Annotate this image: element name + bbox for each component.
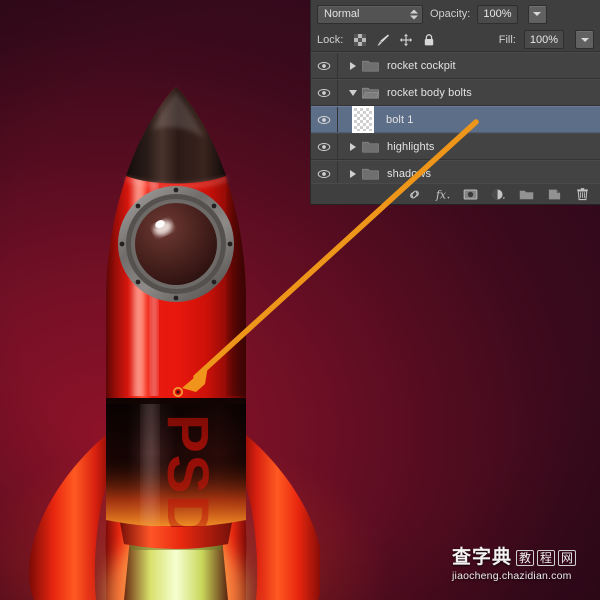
position-lock-move-icon[interactable] bbox=[399, 33, 413, 47]
layer-style-fx-icon[interactable]: fx bbox=[435, 187, 450, 202]
eye-icon bbox=[317, 88, 331, 97]
eye-icon bbox=[317, 61, 331, 70]
group-disclosure-collapsed[interactable] bbox=[344, 142, 362, 151]
new-group-icon[interactable] bbox=[519, 187, 534, 202]
watermark: 查字典 教 程 网 jiaocheng.chazidian.com bbox=[452, 548, 592, 592]
rocket-illustration: PSD bbox=[28, 86, 320, 600]
new-layer-icon[interactable] bbox=[547, 187, 562, 202]
blend-mode-stepper-icon[interactable] bbox=[409, 8, 418, 21]
watermark-box-char-1: 教 bbox=[516, 549, 535, 566]
column-divider bbox=[337, 53, 338, 78]
group-disclosure-collapsed[interactable] bbox=[344, 61, 362, 70]
column-divider bbox=[337, 80, 338, 105]
folder-icon bbox=[362, 60, 379, 72]
rocket-body-band: PSD bbox=[106, 398, 246, 527]
delete-layer-trash-icon[interactable] bbox=[575, 187, 590, 202]
opacity-input[interactable]: 100% bbox=[477, 4, 518, 24]
watermark-boxed-text: 教 程 网 bbox=[516, 549, 577, 566]
fill-dropdown-button[interactable] bbox=[575, 30, 594, 49]
layer-row-rocket-body-bolts[interactable]: rocket body bolts bbox=[311, 79, 600, 106]
screenshot-canvas: PSD bbox=[0, 0, 600, 600]
layer-name: rocket body bolts bbox=[387, 86, 472, 99]
fill-label: Fill: bbox=[498, 33, 516, 46]
visibility-toggle[interactable] bbox=[311, 86, 337, 100]
column-divider bbox=[337, 107, 338, 132]
layer-row-rocket-cockpit[interactable]: rocket cockpit bbox=[311, 52, 600, 79]
group-disclosure-collapsed[interactable] bbox=[344, 169, 362, 178]
lock-row: Lock: Fill: 100% bbox=[311, 28, 600, 52]
layer-name: bolt 1 bbox=[386, 113, 414, 126]
layer-row-highlights[interactable]: highlights bbox=[311, 133, 600, 160]
layers-panel-toolbar[interactable]: fx bbox=[311, 183, 600, 204]
visibility-toggle[interactable] bbox=[311, 113, 337, 127]
eye-icon bbox=[317, 115, 331, 124]
blend-mode-select[interactable]: Normal bbox=[317, 4, 423, 24]
watermark-brand: 查字典 bbox=[452, 546, 513, 568]
image-pixels-lock-brush-icon[interactable] bbox=[376, 33, 390, 47]
rocket-porthole bbox=[118, 186, 234, 302]
blend-mode-value: Normal bbox=[324, 8, 360, 20]
layer-list[interactable]: rocket cockpit rocket body bolts bolt 1 … bbox=[311, 52, 600, 187]
layer-name: shadows bbox=[387, 167, 432, 180]
layer-name: rocket cockpit bbox=[387, 59, 456, 72]
opacity-label: Opacity: bbox=[430, 8, 471, 20]
layers-panel[interactable]: Normal Opacity: 100% Lock: Fill: 100% ro… bbox=[310, 0, 600, 205]
add-layer-mask-icon[interactable] bbox=[463, 187, 478, 202]
watermark-box-char-2: 程 bbox=[537, 549, 556, 566]
lock-label: Lock: bbox=[317, 33, 344, 46]
eye-icon bbox=[317, 169, 331, 178]
watermark-url: jiaocheng.chazidian.com bbox=[452, 570, 572, 582]
layer-row-bolt-1[interactable]: bolt 1 bbox=[311, 106, 600, 133]
layer-thumbnail[interactable] bbox=[352, 106, 374, 133]
svg-text:fx: fx bbox=[435, 188, 446, 201]
blend-mode-row: Normal Opacity: 100% bbox=[311, 0, 600, 28]
lock-all-padlock-icon[interactable] bbox=[422, 33, 436, 47]
eye-icon bbox=[317, 142, 331, 151]
watermark-box-char-3: 网 bbox=[558, 549, 577, 566]
fill-input[interactable]: 100% bbox=[523, 30, 564, 49]
visibility-toggle[interactable] bbox=[311, 140, 337, 154]
link-layers-icon[interactable] bbox=[407, 187, 422, 202]
layer-name: highlights bbox=[387, 140, 435, 153]
fill-value: 100% bbox=[529, 33, 558, 46]
opacity-dropdown-button[interactable] bbox=[527, 4, 547, 24]
group-disclosure-expanded[interactable] bbox=[344, 89, 362, 96]
folder-open-icon bbox=[362, 87, 379, 99]
folder-icon bbox=[362, 141, 379, 153]
folder-icon bbox=[362, 168, 379, 180]
visibility-toggle[interactable] bbox=[311, 59, 337, 73]
column-divider bbox=[337, 134, 338, 159]
transparent-pixels-lock-icon[interactable] bbox=[353, 33, 367, 47]
visibility-toggle[interactable] bbox=[311, 167, 337, 181]
opacity-value: 100% bbox=[483, 8, 512, 20]
adjustment-layer-icon[interactable] bbox=[491, 187, 506, 202]
